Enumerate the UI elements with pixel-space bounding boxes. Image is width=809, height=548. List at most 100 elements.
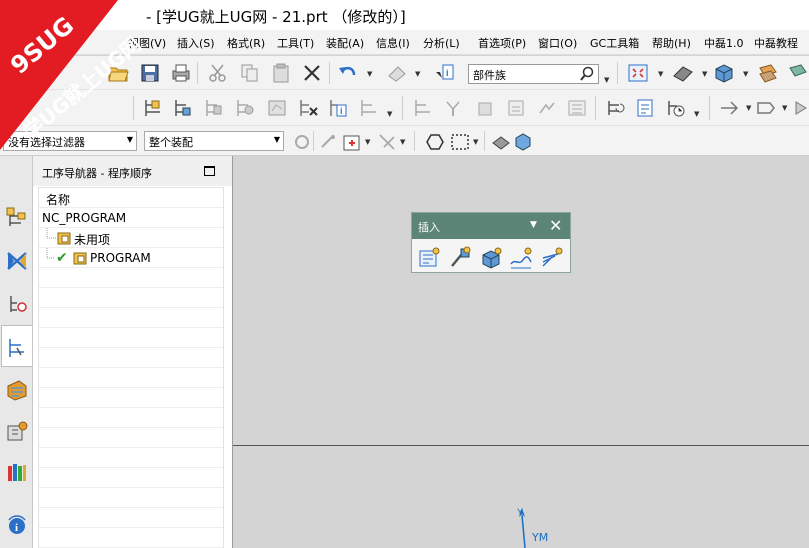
method-view-icon[interactable] xyxy=(234,97,256,119)
cut-icon[interactable] xyxy=(207,62,229,84)
y-axis-icon: Y xyxy=(517,507,526,548)
menu-zhonglei[interactable]: 中磊1.0 xyxy=(704,35,744,51)
resource-bar: i xyxy=(0,156,33,548)
tree-node-program[interactable]: ✔ PROGRAM xyxy=(39,248,223,268)
assembly-scope-select[interactable]: 整个装配 ▼ xyxy=(144,131,284,151)
info-pointer-icon[interactable]: i xyxy=(434,62,456,84)
menu-information[interactable]: 信息(I) xyxy=(376,35,410,51)
repeat-command-icon[interactable] xyxy=(386,62,408,84)
hexagon-select-icon[interactable] xyxy=(424,131,444,151)
menu-format[interactable]: 格式(R) xyxy=(227,35,265,51)
create-method-icon[interactable] xyxy=(505,97,527,119)
y-axis-label: YM xyxy=(532,531,549,544)
create-program-icon[interactable] xyxy=(417,246,441,270)
hd3d-tools-icon[interactable] xyxy=(5,420,29,444)
navigator-header: 工序导航器 - 程序顺序 xyxy=(33,156,232,186)
intersection-point-icon[interactable] xyxy=(376,131,396,151)
search-icon[interactable] xyxy=(580,66,594,85)
undo-icon[interactable] xyxy=(337,62,359,84)
point-on-face-icon[interactable] xyxy=(341,131,361,151)
horizon-line xyxy=(233,445,809,446)
part-navigator-icon[interactable] xyxy=(5,292,29,316)
create-operation-icon[interactable] xyxy=(540,246,564,270)
insert-toolbar-header[interactable]: 插入 ▼ ✕ xyxy=(412,213,570,239)
create-tool-icon[interactable] xyxy=(448,246,472,270)
menu-zhonglei-tutorial[interactable]: 中磊教程 xyxy=(754,35,798,51)
select-settings-icon[interactable] xyxy=(291,131,309,149)
create-geometry-icon[interactable] xyxy=(479,246,503,270)
svg-text:i: i xyxy=(15,522,18,534)
assembly-scope-value: 整个装配 xyxy=(149,136,193,149)
tree-node-label: 未用项 xyxy=(74,233,111,247)
machine-tool-view-icon[interactable] xyxy=(172,97,194,119)
operation-navigator-icon[interactable] xyxy=(5,336,29,360)
layer-icon[interactable] xyxy=(757,62,779,84)
chevron-down-icon[interactable]: ▼ xyxy=(530,220,537,230)
chevron-down-icon: ▼ xyxy=(273,135,280,144)
help-info-icon[interactable]: i xyxy=(5,512,29,536)
geometry-view-icon[interactable] xyxy=(203,97,225,119)
delete-icon[interactable] xyxy=(301,62,323,84)
output-cls-icon[interactable] xyxy=(792,97,809,119)
generate-toolpath-icon[interactable] xyxy=(266,97,288,119)
list-toolpath-icon[interactable] xyxy=(634,97,656,119)
copy-icon[interactable] xyxy=(239,62,261,84)
menu-preferences[interactable]: 首选项(P) xyxy=(478,35,526,51)
assembly-navigator-icon[interactable] xyxy=(5,206,29,230)
object-info-icon[interactable]: i xyxy=(327,97,349,119)
program-group-icon xyxy=(73,251,87,268)
replay-toolpath-icon[interactable] xyxy=(604,97,626,119)
shop-doc-icon[interactable] xyxy=(755,97,777,119)
menu-gc-toolbox[interactable]: GC工具箱 xyxy=(590,35,639,51)
create-method-icon[interactable] xyxy=(509,246,533,270)
search-text: 部件族 xyxy=(473,69,506,82)
object-filter-icon[interactable] xyxy=(358,97,380,119)
tree-node-label: NC_PROGRAM xyxy=(42,211,127,225)
print-icon[interactable] xyxy=(170,62,192,84)
menu-assembly[interactable]: 装配(A) xyxy=(326,35,364,51)
navigator-title: 工序导航器 - 程序顺序 xyxy=(42,167,152,180)
tree-node-label: PROGRAM xyxy=(90,251,151,265)
watermark-logo: 9SUG 学UG就上UG网 xyxy=(0,0,145,150)
fit-view-icon[interactable] xyxy=(627,62,649,84)
create-tool-icon[interactable] xyxy=(442,97,464,119)
delete-operation-icon[interactable] xyxy=(297,97,319,119)
post-process-icon[interactable] xyxy=(718,97,740,119)
wcs-icon[interactable] xyxy=(787,62,809,84)
menu-help[interactable]: 帮助(H) xyxy=(652,35,691,51)
snap-point-icon[interactable] xyxy=(318,131,338,151)
create-geometry-icon[interactable] xyxy=(474,97,496,119)
navigator-tree: 名称 NC_PROGRAM 未用项 ✔ PROGRAM xyxy=(38,187,224,548)
program-group-icon xyxy=(57,231,71,248)
constraint-navigator-icon[interactable] xyxy=(5,249,29,273)
checkmark-icon: ✔ xyxy=(56,250,68,266)
operation-navigator-panel: 工序导航器 - 程序顺序 名称 NC_PROGRAM 未用项 ✔ PROGRAM xyxy=(33,156,233,548)
show-hide-icon[interactable] xyxy=(490,131,510,151)
cube-view-icon[interactable] xyxy=(512,131,532,151)
maximize-icon[interactable] xyxy=(204,166,215,176)
svg-text:i: i xyxy=(340,106,343,116)
insert-toolbar-title: 插入 xyxy=(418,221,440,234)
tree-node-unused-items[interactable]: 未用项 xyxy=(39,228,223,248)
menu-insert[interactable]: 插入(S) xyxy=(177,35,215,51)
reuse-library-icon[interactable] xyxy=(5,378,29,402)
part-family-search-input[interactable]: 部件族 xyxy=(468,64,599,84)
create-program-icon[interactable] xyxy=(412,97,434,119)
list-operations-icon[interactable] xyxy=(566,97,588,119)
verify-toolpath-icon[interactable] xyxy=(665,97,687,119)
rectangle-select-icon[interactable] xyxy=(449,131,469,151)
close-icon[interactable]: ✕ xyxy=(549,216,562,235)
shaded-view-icon[interactable] xyxy=(672,62,694,84)
menu-analysis[interactable]: 分析(L) xyxy=(423,35,460,51)
menu-window[interactable]: 窗口(O) xyxy=(538,35,577,51)
column-header-name[interactable]: 名称 xyxy=(39,188,223,208)
orient-cube-icon[interactable] xyxy=(713,62,735,84)
menu-tools[interactable]: 工具(T) xyxy=(277,35,314,51)
create-operation-icon[interactable] xyxy=(536,97,558,119)
window-title: - [学UG就上UG网 - 21.prt （修改的）] xyxy=(146,8,406,26)
paste-icon[interactable] xyxy=(270,62,292,84)
tree-node-nc-program[interactable]: NC_PROGRAM xyxy=(39,208,223,228)
system-materials-icon[interactable] xyxy=(5,460,29,484)
svg-text:i: i xyxy=(446,68,449,78)
column-header-label: 名称 xyxy=(46,193,71,207)
